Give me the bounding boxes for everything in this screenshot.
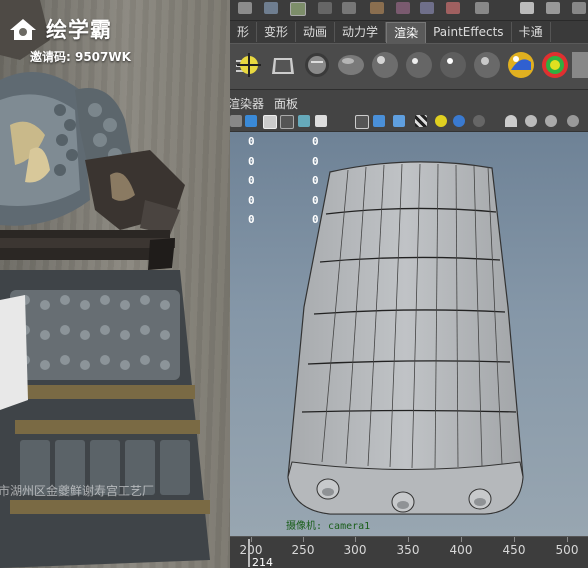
render-settings-icon[interactable] bbox=[446, 2, 460, 14]
brand-name: 绘学霸 bbox=[46, 18, 112, 42]
tick-label-200: 200 bbox=[239, 543, 263, 557]
anisotropic-shader-icon[interactable] bbox=[472, 50, 502, 80]
shelf-tab-dynamics[interactable]: 动力学 bbox=[335, 22, 387, 42]
film-gate-icon[interactable] bbox=[280, 115, 294, 129]
tick-label-250: 250 bbox=[291, 543, 315, 557]
tick-label-400: 400 bbox=[449, 543, 473, 557]
tick-mark bbox=[514, 537, 515, 542]
ramp-shader-icon[interactable] bbox=[506, 50, 536, 80]
lambert-shader-icon[interactable] bbox=[336, 50, 366, 80]
lasso-tool-icon[interactable] bbox=[264, 2, 278, 14]
armor-plate-model[interactable] bbox=[230, 132, 588, 536]
shelf-tab-rendering[interactable]: 渲染 bbox=[386, 22, 427, 43]
shelf-tab-animation[interactable]: 动画 bbox=[296, 22, 336, 42]
tick-label-300: 300 bbox=[343, 543, 367, 557]
tick-label-500: 500 bbox=[555, 543, 579, 557]
tick-mark bbox=[567, 537, 568, 542]
shelf-tab-0[interactable]: 形 bbox=[230, 22, 258, 42]
tick-mark bbox=[408, 537, 409, 542]
shelf-tabs: 形 变形 动画 动力学 渲染 PaintEffects 卡通 bbox=[230, 21, 588, 43]
reference-photo: 绘学霸 邀请码: 9507WK 市湖州区金夔鲜谢寿宫工艺厂 bbox=[0, 0, 230, 568]
shadows-icon[interactable] bbox=[453, 115, 465, 127]
status-line-toolbar bbox=[230, 0, 588, 21]
area-light-icon[interactable] bbox=[234, 50, 264, 80]
shelf-icons bbox=[230, 43, 588, 90]
isolate-select-icon[interactable] bbox=[525, 115, 537, 127]
backface-icon[interactable] bbox=[545, 115, 557, 127]
panel-toolbar bbox=[230, 113, 588, 132]
curve-snap-icon[interactable] bbox=[342, 2, 356, 14]
hypershade-icon[interactable] bbox=[475, 2, 489, 14]
photo-watermark: 市湖州区金夔鲜谢寿宫工艺厂 bbox=[0, 484, 155, 498]
wireframe-icon[interactable] bbox=[355, 115, 369, 129]
perspective-viewport[interactable]: 0 0 0 0 0 0 0 0 0 0 摄像机: camera1 bbox=[230, 132, 588, 536]
camera-icon[interactable] bbox=[302, 50, 332, 80]
shelf-tab-toon[interactable]: 卡通 bbox=[512, 22, 551, 42]
panel-menu-bar: 渲染器 面板 bbox=[230, 92, 588, 112]
tick-mark bbox=[251, 537, 252, 542]
blinn-shader-icon[interactable] bbox=[370, 50, 400, 80]
menu-panels[interactable]: 面板 bbox=[274, 95, 298, 112]
resolution-gate-icon[interactable] bbox=[298, 115, 310, 127]
attribute-editor-icon[interactable] bbox=[572, 2, 586, 14]
shelf-tab-painteffects[interactable]: PaintEffects bbox=[426, 22, 512, 42]
layered-shader-icon[interactable] bbox=[540, 50, 570, 80]
camera-attributes-icon[interactable] bbox=[245, 115, 257, 127]
smooth-shade-icon[interactable] bbox=[373, 115, 385, 127]
wireframe-on-shaded-icon[interactable] bbox=[393, 115, 405, 127]
brand-logo: 绘学霸 bbox=[8, 14, 112, 44]
current-time-marker[interactable] bbox=[248, 539, 250, 567]
maya-window: 形 变形 动画 动力学 渲染 PaintEffects 卡通 渲染器 面板 0 … bbox=[230, 0, 588, 568]
use-all-lights-icon[interactable] bbox=[435, 115, 447, 127]
select-tool-icon[interactable] bbox=[238, 2, 252, 14]
spot-light-icon[interactable] bbox=[268, 50, 298, 80]
xray-icon[interactable] bbox=[505, 115, 517, 127]
screenshot-root: 绘学霸 邀请码: 9507WK 市湖州区金夔鲜谢寿宫工艺厂 形 变形 动画 动力… bbox=[0, 0, 588, 568]
brand-logo-icon bbox=[10, 19, 36, 40]
surface-shader-icon[interactable] bbox=[572, 50, 588, 80]
invite-code: 邀请码: 9507WK bbox=[30, 50, 131, 64]
tick-mark bbox=[303, 537, 304, 542]
history-icon[interactable] bbox=[370, 2, 384, 14]
panel-toggle-icon[interactable] bbox=[520, 2, 534, 14]
textured-icon[interactable] bbox=[415, 115, 427, 127]
layout-icon[interactable] bbox=[546, 2, 560, 14]
tick-mark bbox=[355, 537, 356, 542]
shelf-tab-deform[interactable]: 变形 bbox=[257, 22, 297, 42]
snap-icon[interactable] bbox=[318, 2, 332, 14]
ipr-render-icon[interactable] bbox=[420, 2, 434, 14]
render-view-icon[interactable] bbox=[396, 2, 410, 14]
phong-shader-icon[interactable] bbox=[404, 50, 434, 80]
image-plane-icon[interactable] bbox=[263, 115, 277, 129]
menu-renderer[interactable]: 渲染器 bbox=[230, 95, 264, 112]
default-material-icon[interactable] bbox=[567, 115, 579, 127]
time-slider[interactable]: 200 250 300 350 400 450 500 214 bbox=[230, 536, 588, 568]
paint-select-icon[interactable] bbox=[290, 2, 306, 16]
safe-action-icon[interactable] bbox=[315, 115, 327, 127]
current-frame-label: 214 bbox=[252, 556, 273, 568]
phonge-shader-icon[interactable] bbox=[438, 50, 468, 80]
tick-label-350: 350 bbox=[396, 543, 420, 557]
tick-mark bbox=[461, 537, 462, 542]
high-quality-icon[interactable] bbox=[473, 115, 485, 127]
camera-name-label: 摄像机: camera1 bbox=[286, 521, 371, 532]
tick-label-450: 450 bbox=[502, 543, 526, 557]
grid-toggle-icon[interactable] bbox=[230, 115, 242, 127]
